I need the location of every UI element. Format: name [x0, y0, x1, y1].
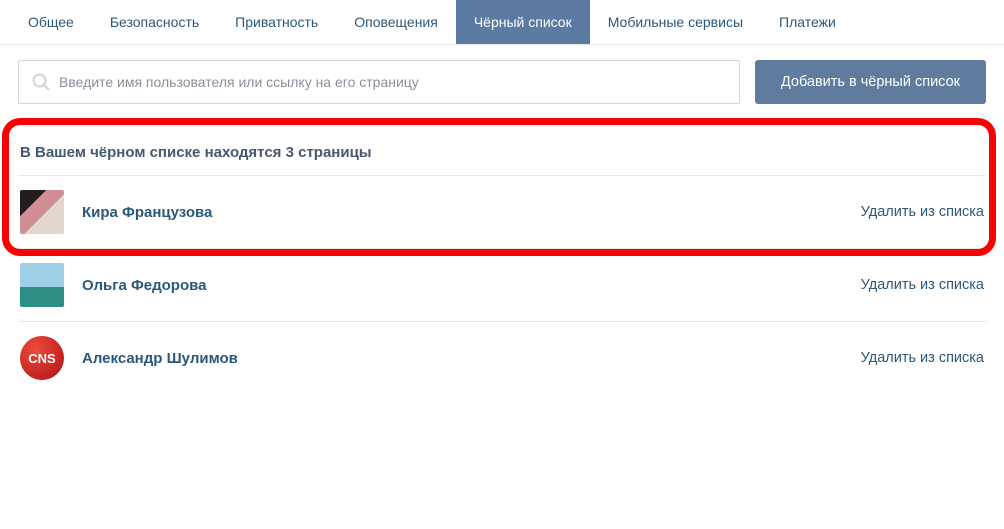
avatar[interactable]: CNS — [20, 336, 64, 380]
tab-notifications[interactable]: Оповещения — [336, 0, 456, 44]
search-wrap — [18, 60, 740, 104]
add-to-blacklist-button[interactable]: Добавить в чёрный список — [755, 60, 986, 104]
user-link[interactable]: Александр Шулимов — [82, 350, 238, 367]
tabs-bar: Общее Безопасность Приватность Оповещени… — [0, 0, 1004, 45]
tab-payments[interactable]: Платежи — [761, 0, 854, 44]
remove-link[interactable]: Удалить из списка — [861, 204, 984, 220]
tab-privacy[interactable]: Приватность — [217, 0, 336, 44]
blacklist-row: CNS Александр Шулимов Удалить из списка — [18, 321, 986, 394]
search-icon — [31, 72, 51, 92]
tab-blacklist[interactable]: Чёрный список — [456, 0, 590, 44]
avatar[interactable] — [20, 263, 64, 307]
blacklist-row: Кира Французова Удалить из списка — [18, 175, 986, 248]
tab-general[interactable]: Общее — [10, 0, 92, 44]
avatar[interactable] — [20, 190, 64, 234]
tab-mobile[interactable]: Мобильные сервисы — [590, 0, 761, 44]
blacklist-heading: В Вашем чёрном списке находятся 3 страни… — [18, 119, 986, 175]
tab-security[interactable]: Безопасность — [92, 0, 217, 44]
blacklist-row: Ольга Федорова Удалить из списка — [18, 248, 986, 321]
search-input[interactable] — [59, 61, 739, 103]
settings-page: Общее Безопасность Приватность Оповещени… — [0, 0, 1004, 414]
remove-link[interactable]: Удалить из списка — [861, 350, 984, 366]
user-link[interactable]: Ольга Федорова — [82, 277, 207, 294]
blacklist-section: В Вашем чёрном списке находятся 3 страни… — [0, 119, 1004, 414]
search-row: Добавить в чёрный список — [0, 45, 1004, 119]
remove-link[interactable]: Удалить из списка — [861, 277, 984, 293]
user-link[interactable]: Кира Французова — [82, 204, 212, 221]
